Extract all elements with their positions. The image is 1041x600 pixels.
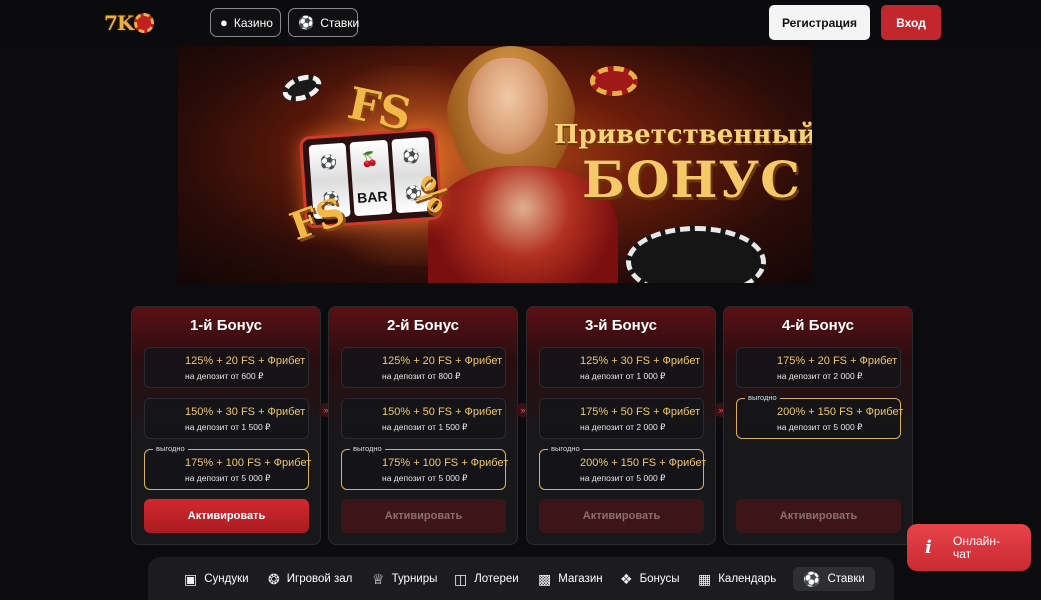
tier-deposit: на депозит от 1 500 ₽: [382, 422, 468, 432]
bonus-card-1: 1-й Бонус 125% + 20 FS + Фрибет на депоз…: [131, 306, 321, 545]
tier-deposit: на депозит от 1 000 ₽: [580, 371, 666, 381]
chest-icon: ▣: [184, 570, 198, 587]
nav-casino-button[interactable]: ● Казино: [210, 8, 281, 37]
tier-offer: 175% + 100 FS + Фрибет: [382, 457, 509, 469]
tier-deposit: на депозит от 2 000 ₽: [777, 371, 863, 381]
bonus-tier[interactable]: 150% + 50 FS + Фрибет на депозит от 1 50…: [341, 398, 506, 439]
bonus-card-title: 1-й Бонус: [189, 317, 263, 334]
tier-offer: 125% + 20 FS + Фрибет: [185, 355, 306, 367]
best-value-badge: выгодно: [153, 444, 188, 453]
tier-offer: 175% + 20 FS + Фрибет: [777, 355, 898, 367]
bonus-tier[interactable]: 125% + 30 FS + Фрибет на депозит от 1 00…: [539, 347, 704, 388]
info-icon: i: [925, 537, 932, 558]
bottom-nav-chests[interactable]: ▣ Сундуки: [184, 567, 249, 591]
bonus-tier-best[interactable]: выгодно 175% + 100 FS + Фрибет на депози…: [341, 444, 509, 490]
tier-deposit: на депозит от 5 000 ₽: [382, 473, 468, 483]
bottom-nav-bonuses[interactable]: ❖ Бонусы: [620, 567, 680, 591]
bonus-tier[interactable]: 125% + 20 FS + Фрибет на депозит от 600 …: [144, 347, 309, 388]
bonus-tier[interactable]: 150% + 30 FS + Фрибет на депозит от 1 50…: [144, 398, 309, 439]
bottom-nav-label: Сундуки: [204, 573, 249, 585]
activate-button[interactable]: Активировать: [539, 499, 704, 533]
bottom-nav-label: Календарь: [718, 573, 777, 585]
bonus-card-2: 2-й Бонус 125% + 20 FS + Фрибет на депоз…: [328, 306, 518, 545]
slot-bar-symbol: BAR: [356, 187, 388, 206]
bottom-nav-tournaments[interactable]: ♕ Турниры: [372, 567, 437, 591]
bonus-card-title: 4-й Бонус: [781, 317, 855, 334]
chat-label: Онлайн- чат: [953, 533, 1000, 561]
tier-deposit: на депозит от 1 500 ₽: [185, 422, 271, 432]
shop-bag-icon: ▩: [538, 570, 552, 587]
banner-title-line1: Приветственный: [554, 120, 812, 150]
bottom-nav-label: Турниры: [391, 573, 438, 585]
tier-offer: 200% + 150 FS + Фрибет: [580, 457, 707, 469]
header: 7K ● Казино ⚽ Ставки Регистрация Вход: [0, 0, 1041, 46]
ticket-icon: ◫: [454, 570, 468, 587]
bonus-tier-best[interactable]: выгодно 200% + 150 FS + Фрибет на депози…: [736, 393, 904, 439]
tier-deposit: на депозит от 5 000 ₽: [185, 473, 271, 483]
activate-button[interactable]: Активировать: [341, 499, 506, 533]
logo-chip-icon: [134, 13, 154, 33]
bottom-nav-label: Бонусы: [639, 573, 680, 585]
gift-icon: ❖: [620, 570, 633, 587]
poker-chip-graphic: [626, 226, 766, 283]
best-value-badge: выгодно: [745, 393, 780, 402]
tier-offer: 150% + 30 FS + Фрибет: [185, 406, 306, 418]
bottom-nav-shop[interactable]: ▩ Магазин: [538, 567, 603, 591]
bottom-nav-label: Ставки: [827, 573, 865, 585]
nav-bets-label: Ставки: [320, 15, 360, 30]
soccer-ball-icon: ⚽: [298, 14, 315, 30]
banner-title-line2: БОНУС: [582, 150, 801, 209]
online-chat-button[interactable]: i Онлайн- чат: [907, 524, 1031, 571]
tier-deposit: на депозит от 5 000 ₽: [777, 422, 863, 432]
bottom-navigation: ▣ Сундуки ❂ Игровой зал ♕ Турниры ◫ Лоте…: [148, 557, 894, 600]
best-value-badge: выгодно: [350, 444, 385, 453]
nav-bets-button[interactable]: ⚽ Ставки: [288, 8, 360, 37]
chip-icon: ❂: [268, 570, 280, 587]
tier-offer: 175% + 100 FS + Фрибет: [185, 457, 312, 469]
bonus-tier[interactable]: 175% + 50 FS + Фрибет на депозит от 2 00…: [539, 398, 704, 439]
poker-chip-graphic: [590, 66, 638, 96]
register-button[interactable]: Регистрация: [769, 5, 870, 40]
tier-offer: 150% + 50 FS + Фрибет: [382, 406, 503, 418]
slot-reel: 🍒 BAR: [349, 139, 393, 217]
tier-offer: 125% + 30 FS + Фрибет: [580, 355, 701, 367]
chat-label-line2: чат: [953, 546, 972, 561]
bonus-tier[interactable]: 175% + 20 FS + Фрибет на депозит от 2 00…: [736, 347, 901, 388]
tier-deposit: на депозит от 800 ₽: [382, 371, 461, 381]
tier-deposit: на депозит от 2 000 ₽: [580, 422, 666, 432]
best-value-badge: выгодно: [548, 444, 583, 453]
bonus-tier[interactable]: 125% + 20 FS + Фрибет на депозит от 800 …: [341, 347, 506, 388]
bottom-nav-label: Лотереи: [474, 573, 519, 585]
tier-offer: 125% + 20 FS + Фрибет: [382, 355, 503, 367]
site-logo[interactable]: 7K: [104, 8, 154, 38]
banner-model-face: [468, 58, 548, 154]
bottom-nav-lotteries[interactable]: ◫ Лотереи: [454, 567, 519, 591]
tier-offer: 200% + 150 FS + Фрибет: [777, 406, 904, 418]
bonus-card-title: 3-й Бонус: [584, 317, 658, 334]
chat-label-line1: Онлайн-: [953, 533, 1000, 548]
casino-chip-icon: ●: [220, 15, 228, 30]
bottom-nav-label: Магазин: [558, 573, 603, 585]
tier-deposit: на депозит от 600 ₽: [185, 371, 264, 381]
bonus-card-title: 2-й Бонус: [386, 317, 460, 334]
bonus-tier-best[interactable]: выгодно 175% + 100 FS + Фрибет на депози…: [144, 444, 312, 490]
activate-button[interactable]: Активировать: [736, 499, 901, 533]
bottom-nav-label: Игровой зал: [286, 573, 353, 585]
tier-offer: 175% + 50 FS + Фрибет: [580, 406, 701, 418]
nav-casino-label: Казино: [233, 15, 273, 30]
welcome-bonus-banner[interactable]: ⚽ ⚽ 🍒 BAR ⚽ ⚽ FS FS % Приветственный БОНУС: [178, 46, 812, 283]
logo-text: 7K: [104, 11, 134, 35]
bottom-nav-calendar[interactable]: ▦ Календарь: [698, 567, 776, 591]
bonus-tier-best[interactable]: выгодно 200% + 150 FS + Фрибет на депози…: [539, 444, 707, 490]
soccer-ball-icon: ⚽: [803, 570, 821, 587]
tier-deposit: на депозит от 5 000 ₽: [580, 473, 666, 483]
bonus-card-4: 4-й Бонус 175% + 20 FS + Фрибет на депоз…: [723, 306, 913, 545]
bottom-nav-game-hall[interactable]: ❂ Игровой зал: [268, 567, 352, 591]
login-button[interactable]: Вход: [881, 5, 941, 40]
activate-button[interactable]: Активировать: [144, 499, 309, 533]
bottom-nav-bets[interactable]: ⚽ Ставки: [793, 567, 875, 591]
bonus-card-3: 3-й Бонус 125% + 30 FS + Фрибет на депоз…: [526, 306, 716, 545]
trophy-icon: ♕: [372, 570, 385, 587]
calendar-icon: ▦: [698, 570, 712, 587]
